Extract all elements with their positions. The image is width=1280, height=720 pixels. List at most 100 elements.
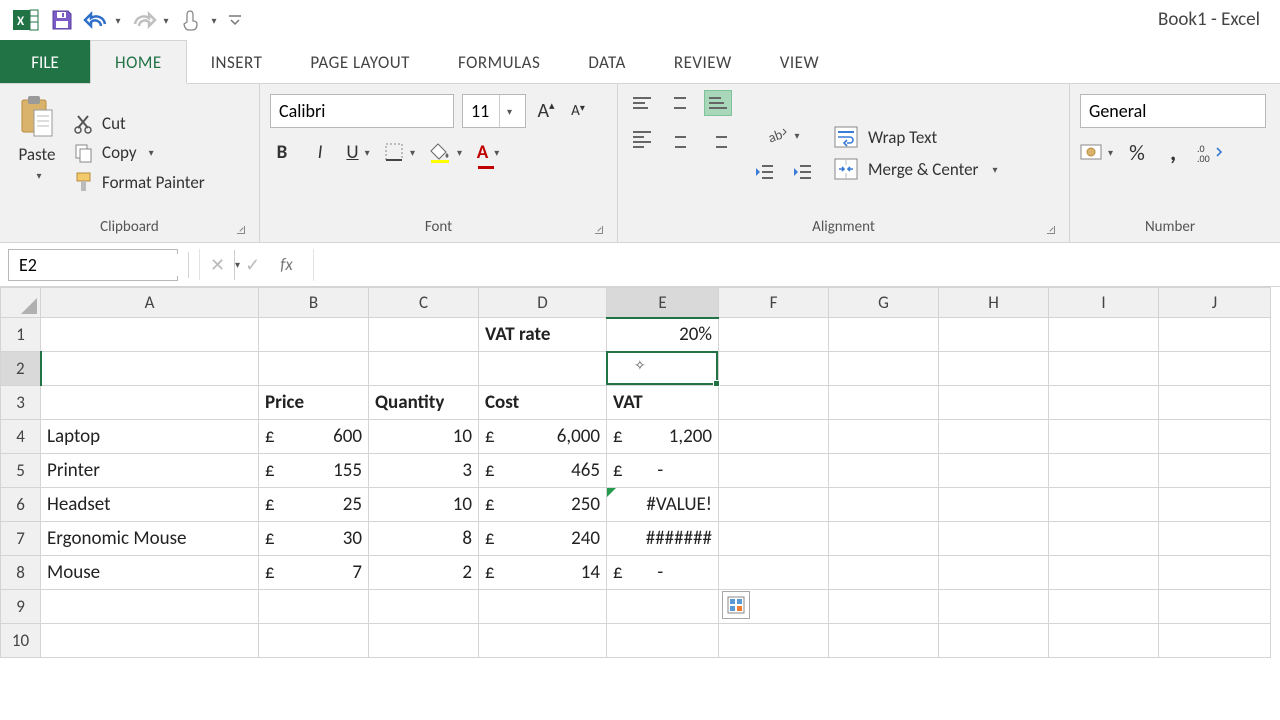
cell[interactable]: £-: [607, 556, 719, 590]
row-header-5[interactable]: 5: [1, 454, 41, 488]
tab-view[interactable]: VIEW: [756, 40, 843, 84]
cell[interactable]: [939, 386, 1049, 420]
cell[interactable]: £25: [259, 488, 369, 522]
copy-button[interactable]: Copy ▾: [74, 142, 205, 163]
col-header-J[interactable]: J: [1159, 288, 1271, 318]
customize-qat-icon[interactable]: [224, 4, 246, 36]
name-box[interactable]: ▾: [8, 249, 178, 281]
chevron-down-icon[interactable]: ▾: [160, 14, 172, 27]
cell[interactable]: [369, 590, 479, 624]
cell[interactable]: [1159, 386, 1271, 420]
cell[interactable]: 2: [369, 556, 479, 590]
cell[interactable]: [829, 556, 939, 590]
cell[interactable]: [719, 420, 829, 454]
row-header-9[interactable]: 9: [1, 590, 41, 624]
font-name-combo[interactable]: ▾: [270, 94, 454, 128]
cell[interactable]: [939, 352, 1049, 386]
cell[interactable]: [829, 352, 939, 386]
cell[interactable]: [719, 488, 829, 522]
cell[interactable]: [719, 522, 829, 556]
cell[interactable]: Ergonomic Mouse: [41, 522, 259, 556]
cell[interactable]: [259, 624, 369, 658]
cell[interactable]: [259, 352, 369, 386]
col-header-D[interactable]: D: [479, 288, 607, 318]
tab-data[interactable]: DATA: [564, 40, 650, 84]
cell[interactable]: [1159, 318, 1271, 352]
formula-input[interactable]: [313, 249, 1272, 281]
increase-indent-button[interactable]: [788, 159, 816, 185]
cell[interactable]: [939, 454, 1049, 488]
cell[interactable]: [1049, 318, 1159, 352]
cell[interactable]: [1159, 454, 1271, 488]
dialog-launcher-icon[interactable]: [591, 222, 605, 236]
cell[interactable]: [369, 624, 479, 658]
cell[interactable]: VAT rate: [479, 318, 607, 352]
align-middle-button[interactable]: [666, 90, 694, 116]
cell[interactable]: [1159, 624, 1271, 658]
cell[interactable]: Price: [259, 386, 369, 420]
row-header-2[interactable]: 2: [1, 352, 41, 386]
tab-page-layout[interactable]: PAGE LAYOUT: [286, 40, 434, 84]
cell[interactable]: £465: [479, 454, 607, 488]
cell[interactable]: Cost: [479, 386, 607, 420]
cell[interactable]: [719, 556, 829, 590]
cell[interactable]: [939, 522, 1049, 556]
comma-button[interactable]: ,: [1161, 138, 1185, 166]
row-header-1[interactable]: 1: [1, 318, 41, 352]
cell[interactable]: 3: [369, 454, 479, 488]
chevron-down-icon[interactable]: ▾: [149, 146, 154, 159]
cell[interactable]: [41, 386, 259, 420]
cell[interactable]: [1049, 488, 1159, 522]
tab-review[interactable]: REVIEW: [650, 40, 756, 84]
cell[interactable]: Quantity: [369, 386, 479, 420]
chevron-down-icon[interactable]: ▾: [112, 14, 124, 27]
cell[interactable]: £155: [259, 454, 369, 488]
cell[interactable]: Printer: [41, 454, 259, 488]
dialog-launcher-icon[interactable]: [1043, 222, 1057, 236]
cell[interactable]: [719, 624, 829, 658]
row-header-6[interactable]: 6: [1, 488, 41, 522]
cell[interactable]: #VALUE!: [607, 488, 719, 522]
cell[interactable]: Headset: [41, 488, 259, 522]
cell[interactable]: £1,200: [607, 420, 719, 454]
enter-icon[interactable]: ✓: [245, 254, 260, 276]
tab-formulas[interactable]: FORMULAS: [434, 40, 564, 84]
row-header-8[interactable]: 8: [1, 556, 41, 590]
row-header-3[interactable]: 3: [1, 386, 41, 420]
col-header-G[interactable]: G: [829, 288, 939, 318]
accounting-format-button[interactable]: [1080, 138, 1113, 166]
save-icon[interactable]: [44, 4, 80, 36]
cell[interactable]: [829, 488, 939, 522]
font-name-input[interactable]: [271, 100, 492, 122]
spreadsheet-grid[interactable]: ABCDEFGHIJ1VAT rate20%23PriceQuantityCos…: [0, 287, 1280, 658]
paste-button[interactable]: Paste ▾: [10, 90, 64, 216]
cell[interactable]: [1159, 556, 1271, 590]
cell[interactable]: £600: [259, 420, 369, 454]
tab-home[interactable]: HOME: [90, 40, 187, 84]
border-button[interactable]: [384, 138, 415, 166]
cell[interactable]: [939, 556, 1049, 590]
autofill-options-button[interactable]: [722, 591, 750, 619]
cell[interactable]: [939, 318, 1049, 352]
underline-button[interactable]: U: [346, 138, 370, 166]
increase-font-icon[interactable]: A▴: [534, 97, 558, 125]
select-all-corner[interactable]: [1, 288, 41, 318]
percent-button[interactable]: %: [1125, 138, 1149, 166]
cell[interactable]: [829, 624, 939, 658]
cell[interactable]: [1049, 590, 1159, 624]
chevron-down-icon[interactable]: ▾: [499, 95, 519, 127]
cell[interactable]: [829, 318, 939, 352]
touch-mode-button[interactable]: ▾: [176, 8, 224, 32]
cell[interactable]: [41, 624, 259, 658]
col-header-A[interactable]: A: [41, 288, 259, 318]
cell[interactable]: £250: [479, 488, 607, 522]
row-header-7[interactable]: 7: [1, 522, 41, 556]
bold-button[interactable]: B: [270, 138, 294, 166]
cell[interactable]: [1049, 386, 1159, 420]
cancel-icon[interactable]: ✕: [210, 254, 225, 276]
cell[interactable]: VAT: [607, 386, 719, 420]
align-left-button[interactable]: [628, 126, 656, 152]
cell[interactable]: [479, 590, 607, 624]
font-size-combo[interactable]: ▾: [462, 94, 526, 128]
col-header-E[interactable]: E: [607, 288, 719, 318]
